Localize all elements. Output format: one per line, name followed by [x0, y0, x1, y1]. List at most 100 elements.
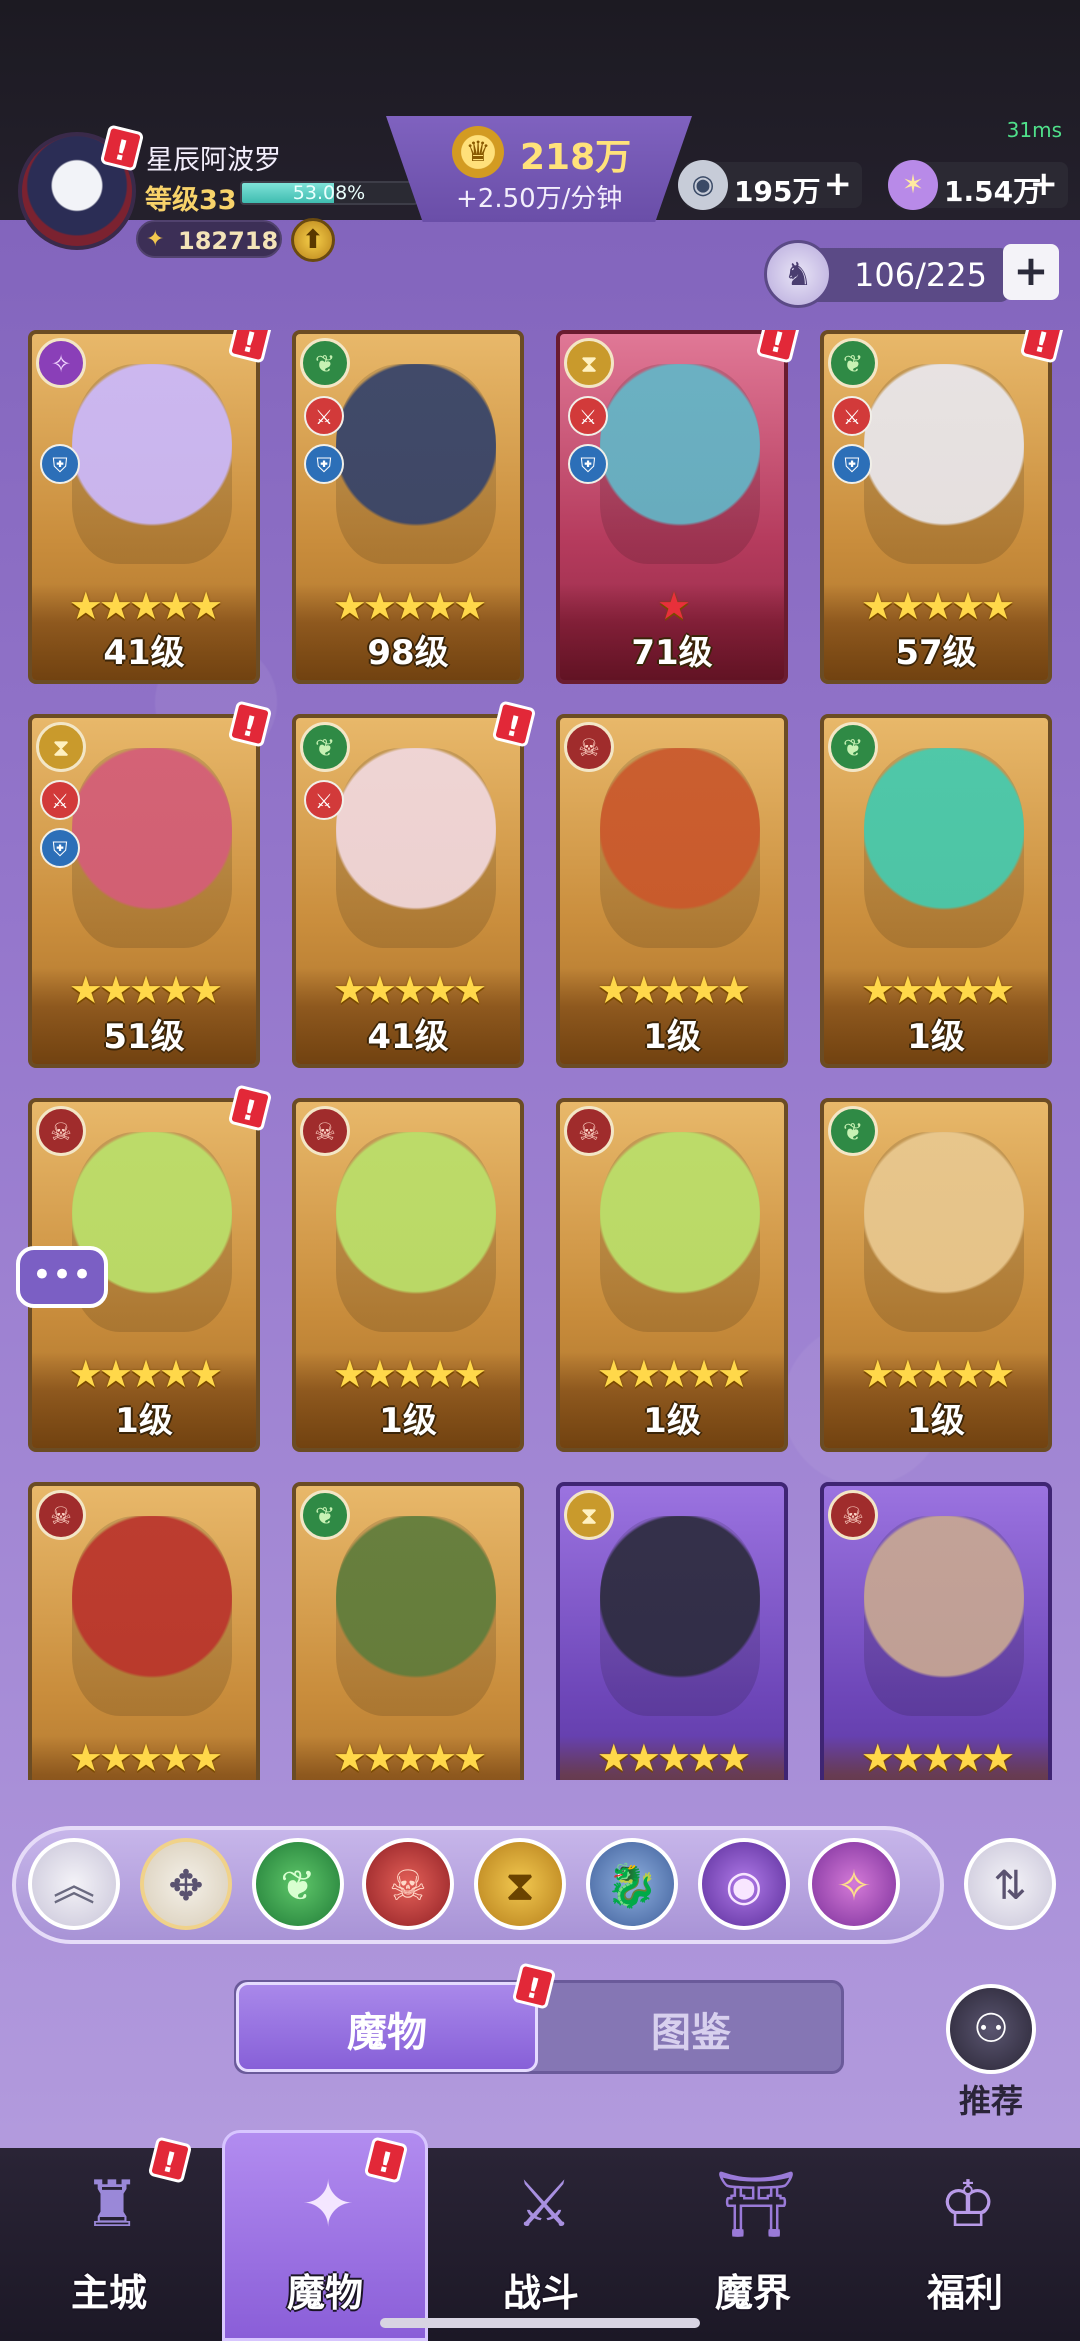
all-filter-icon[interactable]: ✥: [140, 1838, 232, 1930]
collapse-filter-icon[interactable]: ︽: [28, 1838, 120, 1930]
monster-portrait: [72, 1516, 232, 1716]
time-element-icon: ⧗: [564, 1490, 614, 1540]
star-icon: ★: [423, 1736, 457, 1780]
nav-item-0[interactable]: ♜ 主城!: [24, 2136, 194, 2340]
star-icon: ★: [68, 584, 103, 628]
nav-item-3[interactable]: ⛩ 魔界: [668, 2150, 838, 2340]
silver-amount: 195万: [734, 175, 821, 208]
monster-card[interactable]: ⧗ ⚔ ⛨ ★ 71级: [556, 330, 788, 684]
crystal-amount: 1.54万: [944, 175, 1042, 208]
crystal-add-button[interactable]: +: [1030, 164, 1059, 204]
star-icon: ★: [981, 1352, 1015, 1396]
nav-item-1[interactable]: ✦ 魔物!: [240, 2136, 410, 2340]
nature-element-icon: ❦: [300, 1490, 350, 1540]
nature-filter-icon[interactable]: ❦: [252, 1838, 344, 1930]
gold-coin-icon: ♛: [452, 126, 504, 178]
attack-team-icon: ⚔: [304, 780, 344, 820]
star-icon: ★: [128, 1352, 163, 1396]
silver-add-button[interactable]: +: [824, 164, 853, 204]
monster-card[interactable]: ☠ ★★★★★ 1级: [556, 1098, 788, 1452]
beast-filter-icon[interactable]: 🐉: [586, 1838, 678, 1930]
monster-level: 98级: [367, 633, 449, 673]
star-icon: ★: [159, 584, 193, 628]
star-icon: ★: [453, 1352, 487, 1396]
star-icon: ★: [189, 1352, 223, 1396]
nav-label: 战斗: [502, 2271, 579, 2315]
star-icon: ★: [128, 584, 163, 628]
monster-card[interactable]: ❦ ★★★★★ 1级: [820, 714, 1052, 1068]
star-rating: ★★★★★: [824, 584, 1048, 628]
monster-level: 71级: [631, 633, 713, 673]
player-name: 星辰阿波罗: [146, 145, 281, 176]
demon-filter-icon[interactable]: ☠: [362, 1838, 454, 1930]
star-icon: ★: [98, 1736, 133, 1780]
monster-card[interactable]: ❦ ⚔ ★★★★★ 41级: [292, 714, 524, 1068]
monster-card[interactable]: ❦ ⚔ ⛨ ★★★★★ 57级: [820, 330, 1052, 684]
monster-portrait: [600, 1132, 760, 1332]
power-icon: ✦: [146, 227, 165, 252]
time-element-icon: ⧗: [564, 338, 614, 388]
star-icon: ★: [951, 584, 985, 628]
monster-level: 1级: [115, 1401, 173, 1441]
time-element-icon: ⧗: [36, 722, 86, 772]
monster-card[interactable]: ✧ ⛨ ★★★★★ 41级: [28, 330, 260, 684]
eye-filter-icon[interactable]: ◉: [698, 1838, 790, 1930]
monster-card[interactable]: ☠ ★★★★★ 1级: [556, 714, 788, 1068]
nav-item-4[interactable]: ♔ 福利: [880, 2150, 1050, 2340]
star-icon: ★: [453, 1736, 487, 1780]
star-icon: ★: [98, 584, 133, 628]
monster-level: 57级: [895, 633, 977, 673]
star-icon: ★: [717, 1352, 751, 1396]
star-rating: ★★★★★: [296, 968, 520, 1012]
tab-monsters-label[interactable]: 魔物: [236, 2000, 538, 2058]
sort-button[interactable]: ⇅: [964, 1838, 1056, 1930]
star-icon: ★: [626, 1736, 661, 1780]
monster-card[interactable]: ❦ ★★★★★: [292, 1482, 524, 1780]
monster-card[interactable]: ❦ ★★★★★ 1级: [820, 1098, 1052, 1452]
star-icon: ★: [656, 1352, 691, 1396]
star-icon: ★: [68, 1352, 103, 1396]
star-icon: ★: [890, 1352, 925, 1396]
monster-card[interactable]: ❦ ⚔ ⛨ ★★★★★ 98级: [292, 330, 524, 684]
time-filter-icon[interactable]: ⧗: [474, 1838, 566, 1930]
star-rating: ★★★★★: [32, 968, 256, 1012]
monster-level: 1级: [907, 1401, 965, 1441]
star-icon: ★: [453, 584, 487, 628]
star-rating: ★★★★★: [296, 1736, 520, 1780]
portal-icon: ⛩: [715, 2168, 797, 2242]
star-icon: ★: [189, 584, 223, 628]
recommend-icon[interactable]: ⚇: [946, 1984, 1036, 2074]
star-icon: ★: [392, 1736, 427, 1780]
star-icon: ★: [920, 584, 955, 628]
monster-portrait: [600, 748, 760, 948]
sword-shield-icon: ⚔: [515, 2168, 573, 2242]
demon-element-icon: ☠: [564, 722, 614, 772]
monster-card[interactable]: ⧗ ⚔ ⛨ ★★★★★ 51级: [28, 714, 260, 1068]
star-icon: ★: [626, 1352, 661, 1396]
star-icon: ★: [392, 968, 427, 1012]
silver-coin-icon: ◉: [678, 160, 728, 210]
monster-portrait: [864, 364, 1024, 564]
monster-card[interactable]: ☠ ★★★★★: [820, 1482, 1052, 1780]
chat-bubble-icon[interactable]: •••: [16, 1246, 108, 1308]
star-icon: ★: [98, 968, 133, 1012]
star-icon: ★: [656, 1736, 691, 1780]
monster-level: 1级: [907, 1017, 965, 1057]
power-up-button[interactable]: ⬆: [291, 218, 335, 262]
capacity-add-button[interactable]: +: [1003, 244, 1059, 300]
monster-card[interactable]: ☠ ★★★★★ 1级: [292, 1098, 524, 1452]
monster-portrait: [336, 364, 496, 564]
monster-card[interactable]: ⧗ ★★★★★: [556, 1482, 788, 1780]
monster-capacity-icon: ♞: [764, 240, 832, 308]
star-rating: ★★★★★: [560, 968, 784, 1012]
monster-card[interactable]: ☠ ★★★★★: [28, 1482, 260, 1780]
star-icon: ★: [159, 968, 193, 1012]
recommend-label[interactable]: 推荐: [946, 2076, 1036, 2122]
nature-element-icon: ❦: [828, 722, 878, 772]
magic-filter-icon[interactable]: ✧: [808, 1838, 900, 1930]
defense-team-icon: ⛨: [304, 444, 344, 484]
nav-item-2[interactable]: ⚔ 战斗: [456, 2150, 626, 2340]
tab-codex-label[interactable]: 图鉴: [540, 2000, 842, 2058]
star-icon: ★: [189, 968, 223, 1012]
monster-level: 1级: [643, 1401, 701, 1441]
